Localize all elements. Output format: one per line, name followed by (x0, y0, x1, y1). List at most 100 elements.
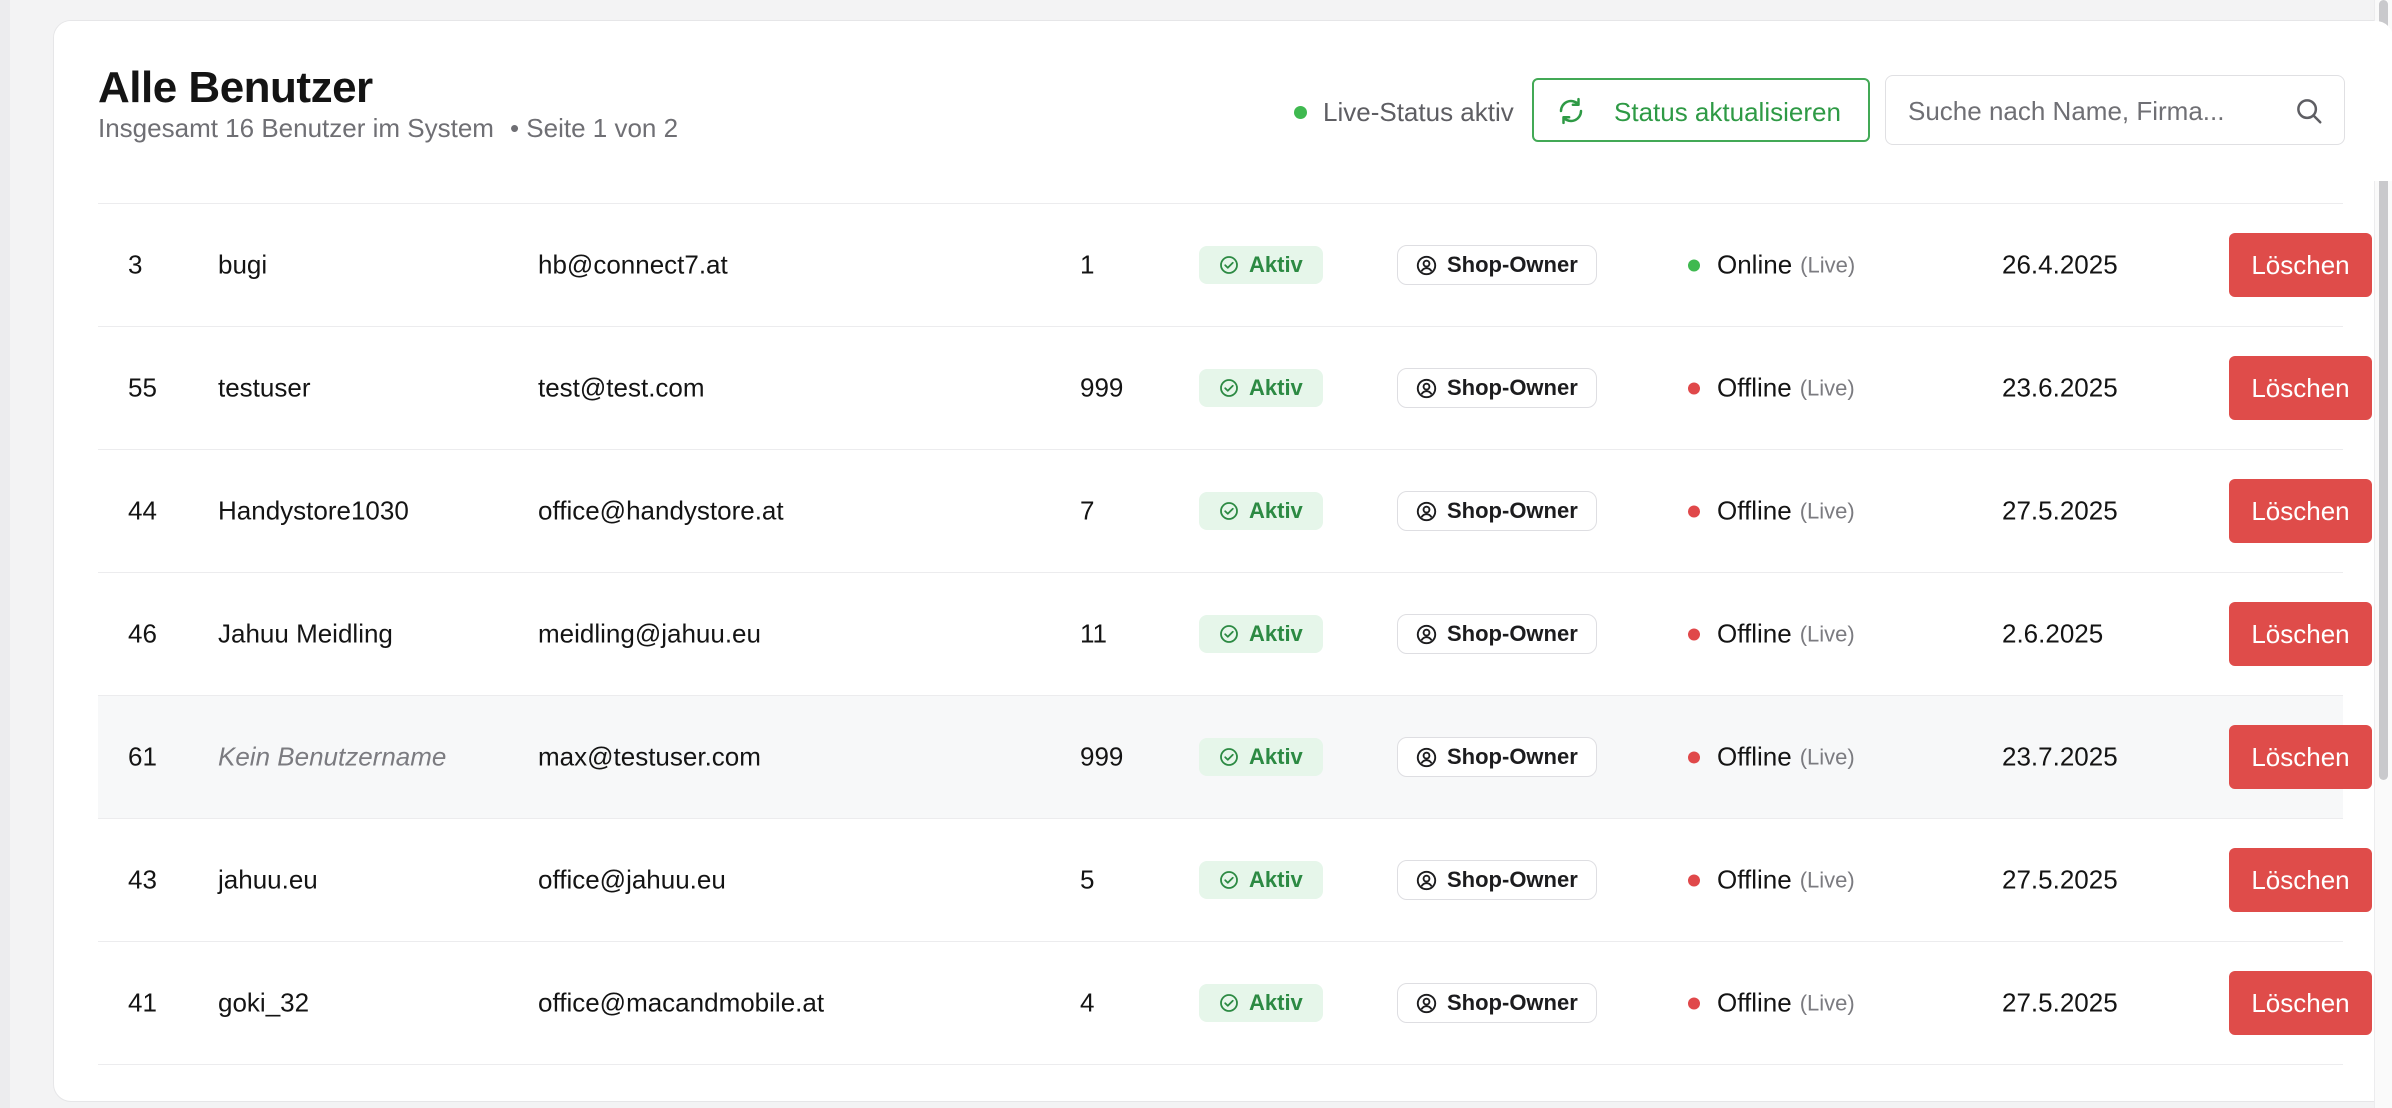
table-row: 44 Handystore1030 office@handystore.at 7… (98, 450, 2372, 573)
role-label: Shop-Owner (1447, 744, 1578, 769)
role-badge: Shop-Owner (1397, 737, 1597, 777)
status-label: Offline (1717, 864, 1792, 895)
check-circle-icon (1220, 379, 1238, 397)
user-date: 23.7.2025 (2002, 741, 2118, 772)
state-badge: Aktiv (1199, 246, 1323, 284)
user-count: 999 (1080, 741, 1124, 772)
role-label: Shop-Owner (1447, 252, 1578, 277)
status-label: Offline (1717, 987, 1792, 1018)
state-label: Aktiv (1249, 498, 1303, 523)
role-badge: Shop-Owner (1397, 245, 1597, 285)
delete-button[interactable]: Löschen (2229, 479, 2372, 543)
status-label: Offline (1717, 372, 1792, 403)
check-circle-icon (1220, 502, 1238, 520)
user-id: 41 (128, 987, 157, 1018)
live-dot (1294, 106, 1307, 119)
refresh-label: Status aktualisieren (1614, 97, 1841, 127)
user-id: 3 (128, 249, 143, 280)
user-count: 4 (1080, 987, 1095, 1018)
role-badge: Shop-Owner (1397, 983, 1597, 1023)
delete-button[interactable]: Löschen (2229, 602, 2372, 666)
users-panel: Löschen 3 bugi hb@connect7.at 1 Aktiv Sh… (53, 20, 2392, 1102)
check-circle-icon (1220, 871, 1238, 889)
user-date: 27.5.2025 (2002, 495, 2118, 526)
status-dot (1688, 505, 1700, 517)
user-name: testuser (218, 372, 311, 403)
window-edge (0, 0, 10, 1108)
status-dot (1688, 874, 1700, 886)
user-name: jahuu.eu (218, 864, 318, 895)
delete-button[interactable]: Löschen (2229, 971, 2372, 1035)
search-box (1885, 75, 2345, 145)
state-badge: Aktiv (1199, 738, 1323, 776)
user-date: 26.4.2025 (2002, 249, 2118, 280)
status-dot (1688, 259, 1700, 271)
user-email: hb@connect7.at (538, 249, 728, 280)
role-label: Shop-Owner (1447, 375, 1578, 400)
user-date: 23.6.2025 (2002, 372, 2118, 403)
panel-header: Alle Benutzer Insgesamt 16 Benutzer im S… (54, 21, 2392, 181)
table-row: 61 Kein Benutzername max@testuser.com 99… (98, 696, 2372, 819)
check-circle-icon (1220, 625, 1238, 643)
online-status: Online (Live) (1688, 250, 1855, 281)
state-badge: Aktiv (1199, 861, 1323, 899)
table-row: 43 jahuu.eu office@jahuu.eu 5 Aktiv Shop… (98, 819, 2372, 942)
live-status-indicator: Live-Status aktiv (1294, 97, 1514, 128)
user-email: office@handystore.at (538, 495, 784, 526)
user-id: 43 (128, 864, 157, 895)
user-email: test@test.com (538, 372, 705, 403)
role-badge: Shop-Owner (1397, 368, 1597, 408)
user-name: goki_32 (218, 987, 310, 1018)
state-badge: Aktiv (1199, 369, 1323, 407)
user-count: 11 (1080, 618, 1107, 649)
status-label: Online (1717, 249, 1793, 280)
check-circle-icon (1220, 748, 1238, 766)
status-dot (1688, 382, 1700, 394)
user-count: 5 (1080, 864, 1095, 895)
user-email: meidling@jahuu.eu (538, 618, 761, 649)
status-live-tag: (Live) (1799, 375, 1855, 400)
state-label: Aktiv (1249, 990, 1303, 1015)
delete-button[interactable]: Löschen (2229, 356, 2372, 420)
user-email: max@testuser.com (538, 741, 761, 772)
delete-button[interactable]: Löschen (2229, 725, 2372, 789)
state-badge: Aktiv (1199, 615, 1323, 653)
user-name: bugi (218, 249, 268, 280)
user-circle-icon (1416, 870, 1437, 890)
role-label: Shop-Owner (1447, 990, 1578, 1015)
delete-button[interactable]: Löschen (2229, 848, 2372, 912)
user-name: Handystore1030 (218, 495, 409, 526)
total-users-label: Insgesamt 16 Benutzer im System (98, 113, 494, 143)
refresh-status-button[interactable]: Status aktualisieren (1532, 78, 1870, 142)
user-circle-icon (1416, 624, 1437, 644)
user-name: Kein Benutzername (218, 741, 447, 772)
delete-button[interactable]: Löschen (2229, 233, 2372, 297)
user-name: Jahuu Meidling (218, 618, 393, 649)
refresh-icon (1559, 97, 1583, 125)
status-live-tag: (Live) (1799, 744, 1855, 769)
role-label: Shop-Owner (1447, 498, 1578, 523)
search-input[interactable] (1906, 90, 2290, 132)
role-badge: Shop-Owner (1397, 860, 1597, 900)
role-label: Shop-Owner (1447, 867, 1578, 892)
state-label: Aktiv (1249, 621, 1303, 646)
online-status: Offline (Live) (1688, 865, 1855, 896)
user-date: 2.6.2025 (2002, 618, 2104, 649)
user-circle-icon (1416, 378, 1437, 398)
user-id: 46 (128, 618, 157, 649)
table-row: 3 bugi hb@connect7.at 1 Aktiv Shop-Owner… (98, 204, 2372, 327)
user-email: office@jahuu.eu (538, 864, 726, 895)
user-circle-icon (1416, 255, 1437, 275)
online-status: Offline (Live) (1688, 742, 1855, 773)
check-circle-icon (1220, 256, 1238, 274)
user-date: 27.5.2025 (2002, 864, 2118, 895)
user-id: 61 (128, 741, 157, 772)
status-label: Offline (1717, 495, 1792, 526)
state-label: Aktiv (1249, 252, 1303, 277)
role-label: Shop-Owner (1447, 621, 1578, 646)
search-icon[interactable] (2294, 96, 2324, 126)
user-id: 55 (128, 372, 157, 403)
table-row: 55 testuser test@test.com 999 Aktiv Shop… (98, 327, 2372, 450)
state-badge: Aktiv (1199, 984, 1323, 1022)
status-live-tag: (Live) (1799, 498, 1855, 523)
